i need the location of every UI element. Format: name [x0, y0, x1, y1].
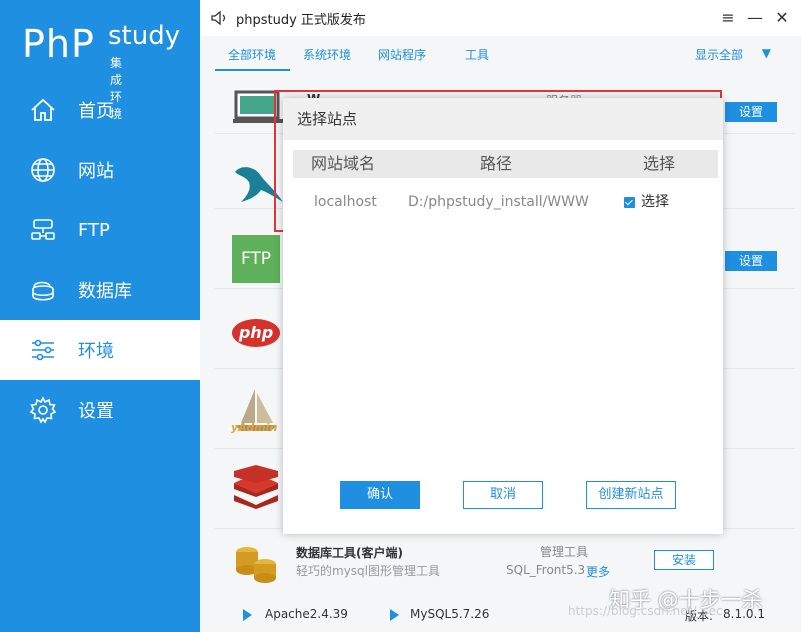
sidebar-item-database[interactable]: 数据库: [0, 260, 200, 320]
mysql-status: MySQL5.7.26: [410, 607, 490, 621]
sidebar-item-label: FTP: [78, 219, 110, 241]
sidebar-item-environment[interactable]: 环境: [0, 320, 200, 380]
site-table: 网站域名 路径 选择 localhost D:/phpstudy_install…: [293, 150, 718, 226]
settings-button[interactable]: 设置: [725, 251, 777, 271]
php-logo: php: [232, 319, 280, 347]
play-icon[interactable]: [243, 609, 252, 621]
checkbox-checked-icon[interactable]: [624, 196, 635, 208]
column-header-path: 路径: [480, 154, 513, 173]
confirm-button[interactable]: 确认: [340, 481, 420, 509]
tool-description: 轻巧的mysql图形管理工具: [296, 564, 440, 578]
site-domain: localhost: [314, 194, 377, 210]
dialog-title: 选择站点: [283, 98, 723, 140]
select-site-dialog: 选择站点 网站域名 路径 选择 localhost D:/phpstudy_in…: [283, 98, 723, 534]
sidebar: PhP study 集成环境 首页 网站 FTP 数据库 环境 设置: [0, 0, 200, 632]
menu-icon[interactable]: ≡: [718, 8, 738, 28]
home-icon: [28, 95, 58, 125]
sidebar-item-ftp[interactable]: FTP: [0, 200, 200, 260]
apache-status: Apache2.4.39: [265, 607, 348, 621]
chevron-down-icon[interactable]: ▼: [762, 46, 771, 60]
tab-system-env[interactable]: 系统环境: [303, 46, 351, 63]
coins-icon: [236, 547, 276, 583]
tab-web-programs[interactable]: 网站程序: [378, 46, 426, 63]
sidebar-item-label: 网站: [78, 161, 114, 182]
column-header-domain: 网站域名: [311, 154, 376, 173]
tool-type: 管理工具: [540, 545, 589, 559]
site-path: D:/phpstudy_install/WWW: [408, 194, 589, 210]
logo-php-text: PhP: [22, 22, 95, 66]
watermark-url: https://blog.csdn.net/_sec: [568, 604, 723, 618]
database-icon: [28, 275, 58, 305]
tab-bar: 全部环境 系统环境 网站程序 工具 显示全部 ▼: [200, 36, 801, 74]
create-site-button[interactable]: 创建新站点: [586, 481, 676, 509]
show-all-dropdown[interactable]: 显示全部: [695, 46, 743, 63]
gear-icon: [28, 395, 58, 425]
tab-all-env[interactable]: 全部环境: [228, 46, 276, 63]
window-title: phpstudy 正式版发布: [236, 12, 366, 28]
sidebar-item-label: 环境: [78, 341, 114, 362]
tool-name: 数据库工具(客户端): [296, 546, 403, 560]
tool-version: SQL_Front5.3: [506, 563, 586, 577]
install-button[interactable]: 安装: [654, 550, 714, 570]
table-row: localhost D:/phpstudy_install/WWW 选择: [293, 178, 718, 226]
more-link[interactable]: 更多: [586, 563, 610, 580]
ftp-logo: FTP: [232, 235, 280, 283]
sidebar-item-home[interactable]: 首页: [0, 80, 200, 140]
site-select-checkbox[interactable]: 选择: [624, 178, 669, 226]
close-icon[interactable]: ✕: [772, 8, 792, 28]
globe-icon: [28, 155, 58, 185]
sidebar-item-label: 设置: [78, 401, 114, 422]
play-icon[interactable]: [390, 609, 399, 621]
ftp-icon: [28, 215, 58, 245]
minimize-icon[interactable]: —: [745, 8, 765, 28]
sidebar-item-settings[interactable]: 设置: [0, 380, 200, 440]
settings-button[interactable]: 设置: [725, 102, 777, 122]
sidebar-item-label: 首页: [78, 101, 114, 122]
column-header-select: 选择: [643, 154, 676, 173]
title-bar: phpstudy 正式版发布 ≡ — ✕: [200, 0, 801, 36]
select-label: 选择: [641, 194, 669, 210]
sidebar-nav: 首页 网站 FTP 数据库 环境 设置: [0, 80, 200, 440]
table-header: 网站域名 路径 选择: [293, 150, 718, 178]
redis-icon: [234, 465, 278, 509]
sliders-icon: [28, 335, 58, 365]
logo-study-text: study: [108, 21, 181, 51]
sidebar-item-label: 数据库: [78, 281, 132, 302]
yadmin-label: yAdmin: [231, 421, 278, 434]
speaker-icon[interactable]: [210, 9, 228, 27]
cancel-button[interactable]: 取消: [463, 481, 543, 509]
sidebar-item-website[interactable]: 网站: [0, 140, 200, 200]
tab-tools[interactable]: 工具: [465, 46, 489, 63]
active-tab-indicator: [215, 69, 290, 71]
